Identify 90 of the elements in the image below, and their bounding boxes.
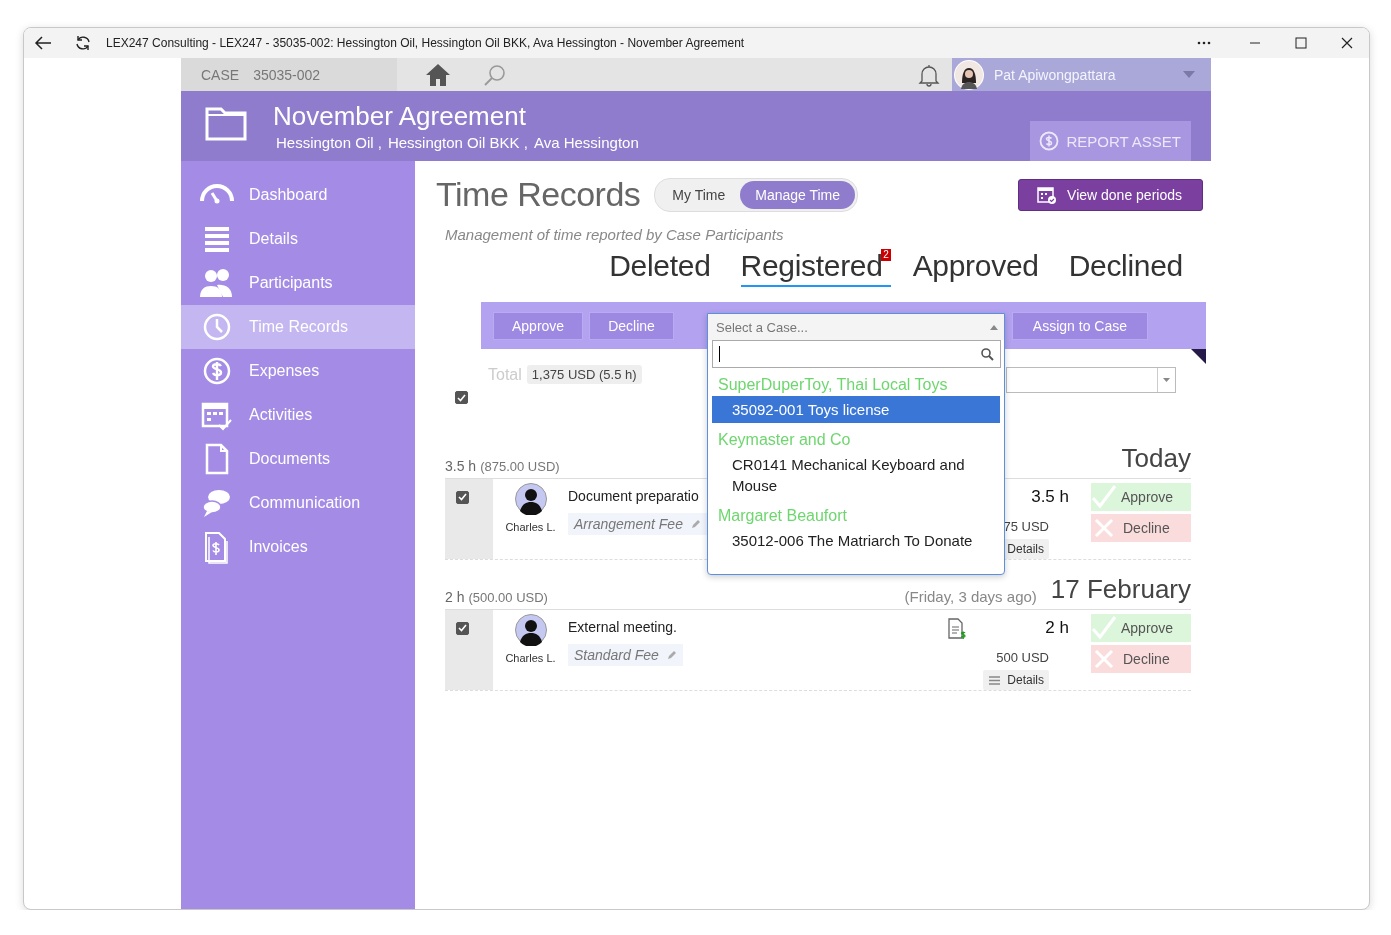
corner-fold xyxy=(1191,349,1206,364)
caret-icon xyxy=(1183,71,1195,78)
sidebar-item[interactable]: Activities xyxy=(181,393,415,437)
relative-date: (Friday, 3 days ago) xyxy=(904,588,1037,605)
group-date: 17 February xyxy=(1050,574,1191,605)
lines-icon xyxy=(989,675,1001,685)
approve-button[interactable]: Approve xyxy=(1091,483,1191,511)
case-number: 35035-002 xyxy=(253,66,321,83)
sidebar-item[interactable]: Communication xyxy=(181,481,415,525)
person-name: Charles L. xyxy=(505,521,556,533)
party-name: Ava Hessington xyxy=(533,134,639,151)
status-tab[interactable]: Declined xyxy=(1068,249,1191,287)
checkbox[interactable] xyxy=(456,621,469,635)
more-icon[interactable] xyxy=(1197,41,1211,45)
group-date: Today xyxy=(1121,443,1191,474)
person-avatar-icon xyxy=(514,483,547,515)
search-icon xyxy=(981,347,994,361)
record-description: Document preparatio xyxy=(568,488,700,504)
window-title: LEX247 Consulting - LEX247 - 35035-002: Hessington Oil, Hessington Oil BKK, Ava Hessington - November Agreement xyxy=(106,36,746,50)
view-done-periods-button[interactable]: View done periods xyxy=(1018,178,1203,211)
calendar-icon xyxy=(1037,184,1058,205)
check-icon xyxy=(458,493,467,501)
sidebar-item[interactable]: Participants xyxy=(181,261,415,305)
bulk-action-button[interactable]: Decline xyxy=(589,311,674,340)
sidebar-item[interactable]: Dashboard xyxy=(181,173,415,217)
decline-button[interactable]: Decline xyxy=(1091,645,1191,673)
party-name: Hessington Oil , xyxy=(276,134,382,151)
case-option[interactable]: CR0141 Mechanical Keyboard and Mouse xyxy=(708,451,1004,499)
check-icon xyxy=(457,393,466,402)
pencil-icon xyxy=(690,519,701,529)
record-description: External meeting. xyxy=(568,619,678,635)
back-icon[interactable] xyxy=(34,35,52,51)
record-hours: 3.5 h xyxy=(1031,487,1069,507)
caret-down-icon xyxy=(1163,378,1170,382)
page-subtitle: Management of time reported by Case Participants xyxy=(445,226,785,243)
case-select[interactable]: Select a Case... xyxy=(708,314,1004,340)
checkbox[interactable] xyxy=(455,391,468,404)
report-asset-button[interactable]: REPORT ASSET xyxy=(1029,121,1191,161)
group-amount: (500.00 USD) xyxy=(468,590,548,605)
case-option[interactable]: 35012-006 The Matriarch To Donate xyxy=(708,527,1004,554)
record-amount: 75 USD xyxy=(1003,519,1049,534)
approve-button[interactable]: Approve xyxy=(1091,614,1191,642)
maximize-icon[interactable] xyxy=(1295,37,1307,49)
check-icon xyxy=(1091,615,1117,641)
person-avatar-icon xyxy=(514,614,547,646)
case-label: CASE xyxy=(201,66,240,83)
sidebar-item[interactable]: Details xyxy=(181,217,415,261)
toggle-option[interactable]: Manage Time xyxy=(740,180,856,209)
record-amount: 500 USD xyxy=(996,650,1049,665)
bell-icon[interactable] xyxy=(918,62,940,87)
sidebar-item[interactable]: Documents xyxy=(181,437,415,481)
party-name: Hessington Oil BKK , xyxy=(387,134,528,151)
sidebar-item[interactable]: Expenses xyxy=(181,349,415,393)
page-title: Time Records xyxy=(436,175,641,214)
search-field[interactable] xyxy=(712,340,1001,368)
bulk-action-button[interactable]: Approve xyxy=(493,311,584,340)
group-amount: (875.00 USD) xyxy=(480,459,560,474)
cross-icon xyxy=(1093,517,1115,539)
case-group-label: Keymaster and Co xyxy=(717,430,852,450)
cross-icon xyxy=(1093,648,1115,670)
folder-icon xyxy=(205,105,247,141)
case-option[interactable]: 35092-001 Toys license xyxy=(712,396,1000,423)
check-icon xyxy=(458,624,467,632)
total-amount: 1,375 USD (5.5 h) xyxy=(526,365,642,384)
home-icon[interactable] xyxy=(425,62,451,87)
checkbox[interactable] xyxy=(456,490,469,504)
decline-button[interactable]: Decline xyxy=(1091,514,1191,542)
count-badge: 2 xyxy=(881,249,891,261)
status-tab[interactable]: Approved xyxy=(912,249,1047,287)
group-hours: 2 h xyxy=(445,589,465,605)
refresh-icon[interactable] xyxy=(74,34,92,52)
pencil-icon xyxy=(666,650,677,660)
assign-to-case-button[interactable]: Assign to Case xyxy=(1011,311,1149,340)
record-hours: 2 h xyxy=(1045,618,1069,638)
case-group-label: SuperDuperToy, Thai Local Toys xyxy=(717,375,949,395)
fee-type[interactable]: Standard Fee xyxy=(568,644,683,666)
status-tab[interactable]: Deleted xyxy=(609,249,719,287)
close-icon[interactable] xyxy=(1341,37,1353,49)
person-name: Charles L. xyxy=(505,652,556,664)
caret-up-icon xyxy=(990,324,998,330)
avatar-icon xyxy=(955,60,983,89)
group-hours: 3.5 h xyxy=(445,458,477,474)
case-title: November Agreement xyxy=(273,101,527,132)
sidebar-item[interactable]: Invoices xyxy=(181,525,415,569)
case-group-label: Margaret Beaufort xyxy=(717,506,848,526)
fee-type[interactable]: Arrangement Fee xyxy=(568,513,707,535)
dollar-icon xyxy=(1038,131,1059,151)
details-button[interactable]: Details xyxy=(983,670,1049,690)
toggle-option[interactable]: My Time xyxy=(657,180,741,209)
check-icon xyxy=(1091,484,1117,510)
